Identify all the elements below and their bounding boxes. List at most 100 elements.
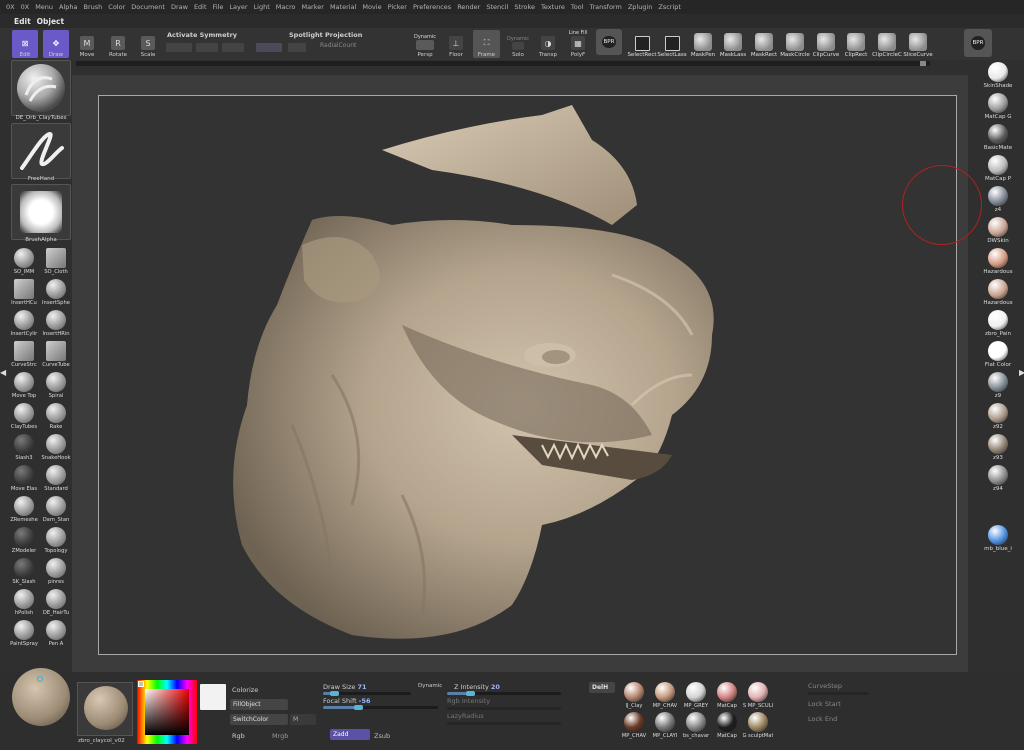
- material-button[interactable]: DWSkin: [975, 217, 1021, 244]
- selectlasso-button[interactable]: SelectLass: [657, 30, 687, 58]
- menu-item[interactable]: Material: [327, 3, 359, 11]
- menu-item[interactable]: Alpha: [56, 3, 80, 11]
- quick-material-button[interactable]: MatCap: [712, 682, 742, 709]
- quick-material-button[interactable]: S MP_SCULI: [743, 682, 773, 709]
- rgb-intensity-slider[interactable]: [447, 707, 561, 710]
- lock-end-toggle[interactable]: Lock End: [808, 715, 837, 723]
- brush-button[interactable]: Move Elas: [9, 465, 39, 492]
- material-button[interactable]: z94: [975, 465, 1021, 492]
- rotate-button[interactable]: R Rotate: [106, 30, 130, 58]
- document-canvas[interactable]: [72, 75, 968, 672]
- material-button[interactable]: SkinShade: [975, 62, 1021, 89]
- material-button[interactable]: Flat Color: [975, 341, 1021, 368]
- brush-button[interactable]: Rake: [41, 403, 71, 430]
- secondary-color-swatch[interactable]: [200, 684, 226, 710]
- brush-button[interactable]: DE_HairTu: [41, 589, 71, 616]
- focal-shift-knob[interactable]: [353, 705, 363, 710]
- sym-local-button[interactable]: [256, 43, 282, 52]
- brush-button[interactable]: InsertHCu: [9, 279, 39, 306]
- current-brush-thumbnail[interactable]: [11, 60, 71, 116]
- floor-button[interactable]: ⊥ Floor: [443, 30, 469, 58]
- menu-item[interactable]: Transform: [586, 3, 624, 11]
- colorize-toggle[interactable]: Colorize: [232, 686, 258, 694]
- maskcircle-button[interactable]: MaskCircle: [780, 30, 810, 58]
- brush-button[interactable]: ZRemeshe: [9, 496, 39, 523]
- selectrect-button[interactable]: SelectRect: [627, 30, 657, 58]
- clipcurve-button[interactable]: ClipCurve: [811, 30, 841, 58]
- rgb-toggle[interactable]: Rgb: [232, 732, 245, 740]
- sculpt-model[interactable]: [72, 75, 968, 672]
- masklasso-button[interactable]: MaskLass: [718, 30, 748, 58]
- bpr-render-button[interactable]: BPR: [964, 29, 992, 57]
- menu-item[interactable]: Marker: [298, 3, 326, 11]
- lazyradius-label[interactable]: LazyRadius: [447, 712, 484, 720]
- menu-item[interactable]: Brush: [81, 3, 106, 11]
- menu-item[interactable]: Picker: [385, 3, 410, 11]
- cliprect-button[interactable]: ClipRect: [842, 30, 870, 58]
- menu-item[interactable]: Menu: [32, 3, 56, 11]
- menu-item[interactable]: Render: [454, 3, 483, 11]
- focal-shift-label[interactable]: Focal Shift -56: [323, 697, 371, 705]
- quick-material-button[interactable]: MP_GREY: [681, 682, 711, 709]
- menu-item[interactable]: Light: [251, 3, 273, 11]
- menu-item[interactable]: Stroke: [511, 3, 538, 11]
- brush-button[interactable]: Slash3: [9, 434, 39, 461]
- frame-button[interactable]: ⛶ Frame: [473, 30, 500, 58]
- alpha-thumbnail[interactable]: [11, 184, 71, 240]
- brush-button[interactable]: CurveTube: [41, 341, 71, 368]
- sym-z-button[interactable]: [222, 43, 244, 52]
- menu-item[interactable]: Preferences: [410, 3, 454, 11]
- draw-size-knob[interactable]: [329, 691, 339, 696]
- brush-button[interactable]: ClayTubes: [9, 403, 39, 430]
- scroll-thumb[interactable]: [920, 61, 926, 66]
- brush-button[interactable]: hPolish: [9, 589, 39, 616]
- dynamic-toggle[interactable]: Dynamic: [418, 683, 442, 689]
- menu-item[interactable]: Draw: [168, 3, 191, 11]
- menu-item[interactable]: 0X: [18, 3, 33, 11]
- brush-button[interactable]: ZModeler: [9, 527, 39, 554]
- transp-button[interactable]: ◑ Transp: [535, 30, 561, 58]
- activate-symmetry-button[interactable]: Activate Symmetry: [167, 31, 237, 39]
- slicecurve-button[interactable]: SliceCurve: [903, 30, 933, 58]
- quick-material-button[interactable]: MatCap: [712, 712, 742, 739]
- draw-size-slider[interactable]: [323, 691, 411, 696]
- quick-material-button[interactable]: MP_CHAV: [650, 682, 680, 709]
- edit-button[interactable]: ⊠ Edit: [12, 30, 38, 58]
- maskrect-button[interactable]: MaskRect: [749, 30, 779, 58]
- lock-start-toggle[interactable]: Lock Start: [808, 700, 841, 708]
- lazyradius-slider[interactable]: [447, 722, 561, 725]
- material-button[interactable]: zbro_Pain: [975, 310, 1021, 337]
- zsub-button[interactable]: Zsub: [374, 732, 390, 740]
- menu-item[interactable]: Tool: [568, 3, 587, 11]
- menu-item[interactable]: Zscript: [655, 3, 684, 11]
- menu-item[interactable]: Texture: [538, 3, 568, 11]
- m-toggle[interactable]: M: [290, 714, 316, 725]
- right-tray-arrow-icon[interactable]: ▶: [1019, 366, 1024, 380]
- brush-button[interactable]: Dam_Stan: [41, 496, 71, 523]
- brush-button[interactable]: Spiral: [41, 372, 71, 399]
- sym-r-button[interactable]: [288, 43, 306, 52]
- zadd-button[interactable]: Zadd: [330, 729, 370, 740]
- focal-shift-slider[interactable]: [323, 705, 438, 710]
- radial-count-slider[interactable]: RadialCount: [320, 42, 356, 49]
- brush-button[interactable]: Standard: [41, 465, 71, 492]
- persp-button[interactable]: Dynamic Persp: [413, 30, 437, 58]
- brush-button[interactable]: InsertHRin: [41, 310, 71, 337]
- brush-button[interactable]: Pen A: [41, 620, 71, 647]
- z-intensity-knob[interactable]: [465, 691, 475, 696]
- quick-material-button[interactable]: G sculptMat: [743, 712, 773, 739]
- brush-button[interactable]: SO_Cloth: [41, 248, 71, 275]
- move-button[interactable]: M Move: [77, 30, 97, 58]
- edit-label[interactable]: Edit: [14, 17, 31, 26]
- switchcolor-button[interactable]: SwitchColor: [230, 714, 288, 725]
- material-button[interactable]: Hazardous: [975, 279, 1021, 306]
- menu-item[interactable]: Zplugin: [625, 3, 656, 11]
- quick-material-button[interactable]: MP_CHAV: [619, 712, 649, 739]
- sym-y-button[interactable]: [196, 43, 218, 52]
- polyf-button[interactable]: Line Fill ▦ PolyF: [565, 30, 591, 58]
- spotlight-projection-button[interactable]: Spotlight Projection: [289, 31, 362, 39]
- brush-button[interactable]: pinres: [41, 558, 71, 585]
- mrgb-toggle[interactable]: Mrgb: [272, 732, 288, 740]
- stroke-thumbnail[interactable]: [11, 123, 71, 179]
- menu-item[interactable]: Edit: [191, 3, 210, 11]
